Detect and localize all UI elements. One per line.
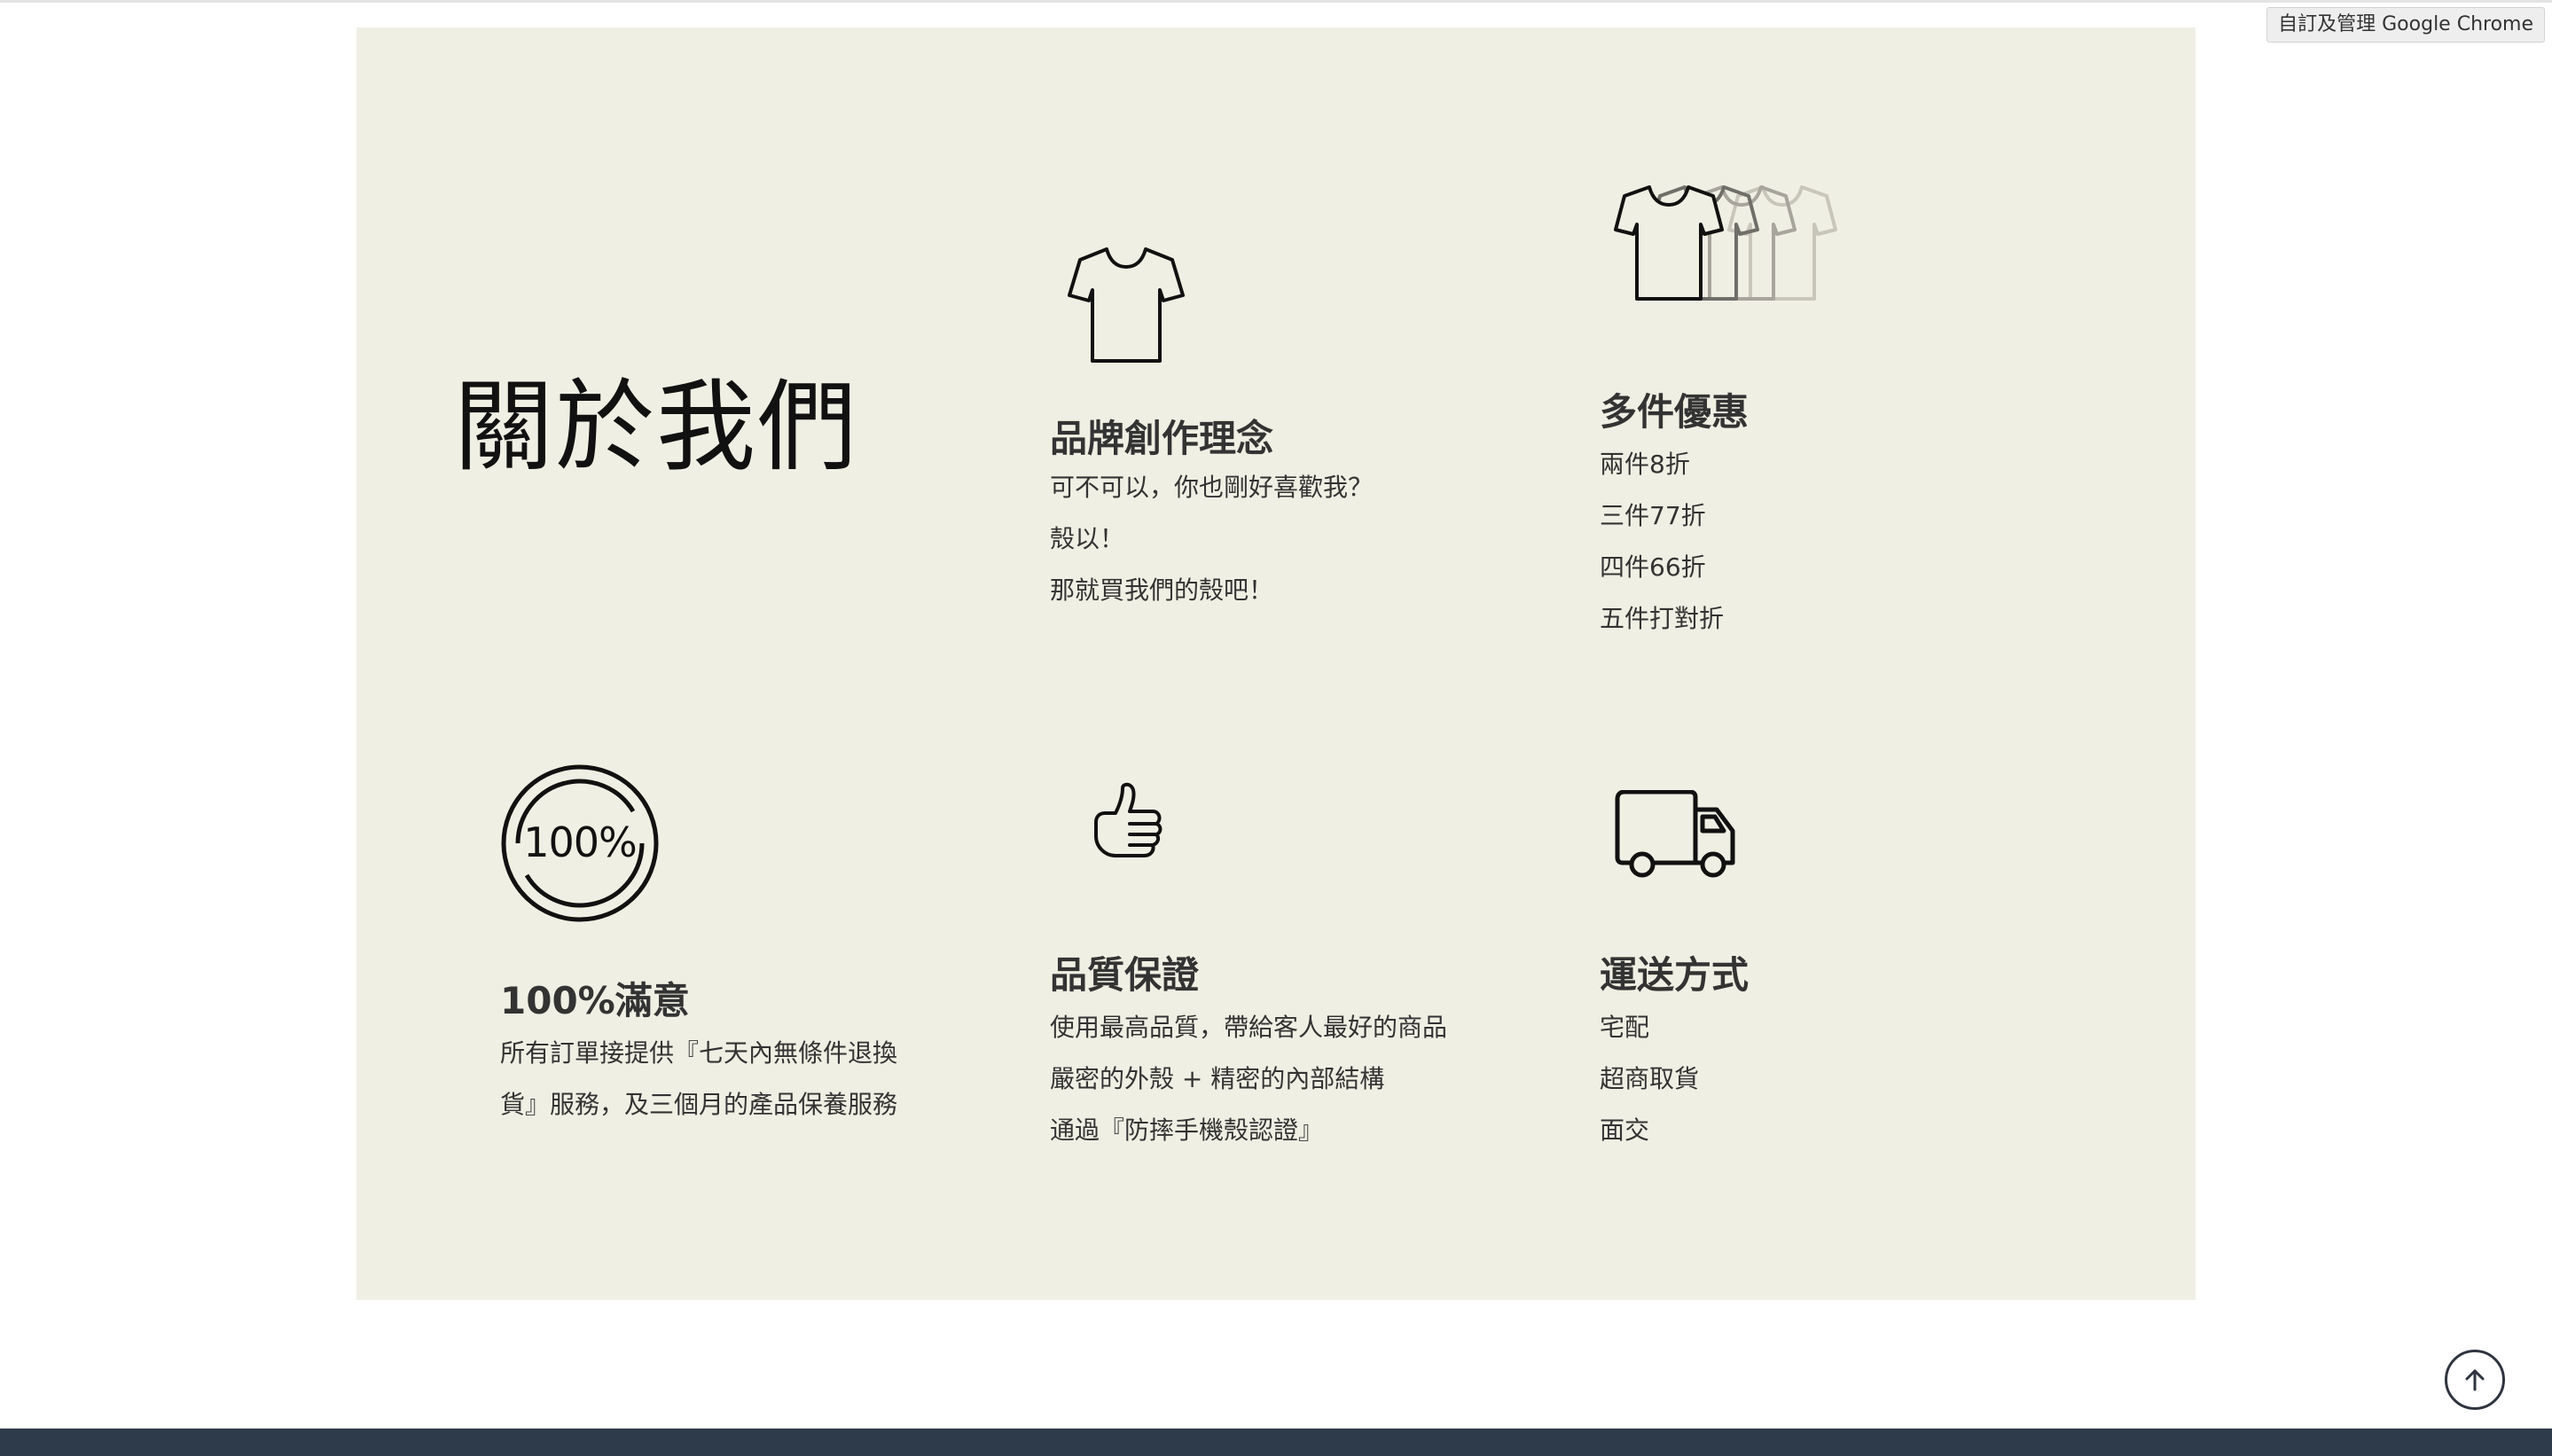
- truck-icon: [1614, 789, 1738, 882]
- feature-lines: 可不可以，你也剛好喜歡我？ 殼以！ 那就買我們的殼吧！: [1050, 462, 1373, 616]
- feature-satisfaction: 100% 100%滿意 所有訂單接提供『七天內無條件退換 貨』服務，及三個月的產…: [500, 763, 961, 1207]
- about-section: 關於我們 品牌創作理念 可不可以，你也剛好喜歡我？ 殼以！ 那就買我們的殼吧！: [356, 27, 2196, 1300]
- feature-title: 100%滿意: [500, 979, 690, 1022]
- feature-line: 宅配: [1600, 1013, 1650, 1042]
- feature-line: 面交: [1600, 1115, 1650, 1145]
- chrome-menu-tooltip: 自訂及管理 Google Chrome: [2266, 7, 2545, 43]
- back-to-top-button[interactable]: [2445, 1350, 2505, 1410]
- feature-line: 可不可以，你也剛好喜歡我？: [1050, 473, 1374, 502]
- badge-100-icon: 100%: [500, 763, 660, 923]
- feature-line: 四件66折: [1600, 552, 1706, 582]
- feature-lines: 使用最高品質，帶給客人最好的商品 嚴密的外殼 + 精密的內部結構 通過『防摔手機…: [1050, 1002, 1447, 1156]
- feature-line: 嚴密的外殼 + 精密的內部結構: [1050, 1064, 1385, 1093]
- feature-title: 運送方式: [1600, 953, 1750, 997]
- feature-line: 三件77折: [1600, 501, 1706, 530]
- feature-brand-concept: 品牌創作理念 可不可以，你也剛好喜歡我？ 殼以！ 那就買我們的殼吧！: [1050, 205, 1511, 666]
- feature-line: 所有訂單接提供『七天內無條件退換: [500, 1038, 898, 1068]
- feature-quality: 品質保證 使用最高品質，帶給客人最好的商品 嚴密的外殼 + 精密的內部結構 通過…: [1050, 781, 1546, 1225]
- feature-title: 品牌創作理念: [1050, 417, 1274, 460]
- feature-multi-discount: 多件優惠 兩件8折 三件77折 四件66折 五件打對折: [1600, 178, 2061, 675]
- feature-lines: 所有訂單接提供『七天內無條件退換 貨』服務，及三個月的產品保養服務: [500, 1028, 897, 1131]
- feature-title: 多件優惠: [1600, 390, 1750, 434]
- feature-line: 貨』服務，及三個月的產品保養服務: [500, 1090, 898, 1119]
- feature-title: 品質保證: [1050, 953, 1200, 997]
- footer-bar: [0, 1429, 2552, 1456]
- feature-line: 兩件8折: [1600, 450, 1690, 479]
- feature-lines: 宅配 超商取貨 面交: [1600, 1002, 1699, 1156]
- feature-shipping: 運送方式 宅配 超商取貨 面交: [1600, 781, 2061, 1225]
- arrow-up-icon: [2465, 1369, 2485, 1391]
- feature-line: 殼以！: [1050, 524, 1125, 553]
- section-title: 關於我們: [454, 370, 858, 485]
- page: 自訂及管理 Google Chrome 關於我們 品牌創作理念 可不可以，你也剛…: [0, 0, 2552, 1456]
- tshirt-stack-icon: [1614, 178, 1853, 315]
- feature-line: 使用最高品質，帶給客人最好的商品: [1050, 1013, 1448, 1042]
- thumbs-up-icon: [1089, 781, 1169, 865]
- feature-line: 通過『防摔手機殼認證』: [1050, 1115, 1324, 1145]
- feature-lines: 兩件8折 三件77折 四件66折 五件打對折: [1600, 439, 1724, 645]
- feature-line: 那就買我們的殼吧！: [1050, 575, 1274, 605]
- badge-text: 100%: [523, 818, 638, 866]
- tshirt-icon: [1064, 240, 1188, 368]
- feature-line: 五件打對折: [1600, 604, 1725, 633]
- top-divider: [0, 0, 2552, 3]
- feature-line: 超商取貨: [1600, 1064, 1700, 1093]
